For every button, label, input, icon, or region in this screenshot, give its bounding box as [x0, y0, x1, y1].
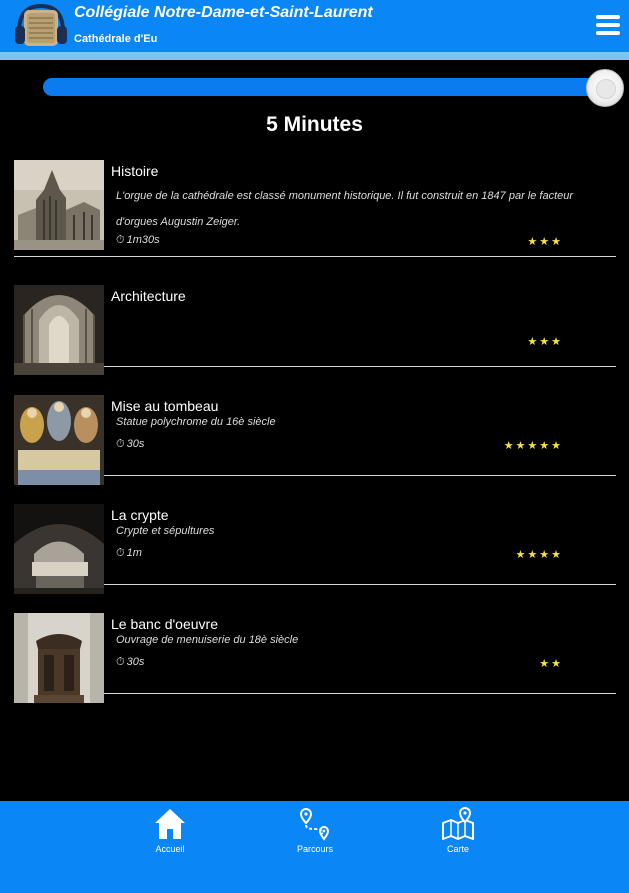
timer-icon: ⏱ — [116, 234, 125, 246]
item-title: Histoire — [111, 163, 159, 179]
thumbnail-la-crypte — [14, 504, 104, 594]
nav-route[interactable]: Parcours — [275, 807, 355, 854]
star-rating: ★★★★★ — [503, 440, 563, 452]
list-item-histoire[interactable]: Histoire L'orgue de la cathédrale est cl… — [14, 160, 616, 257]
list-item-mise-au-tombeau[interactable]: Mise au tombeau Statue polychrome du 16è… — [14, 381, 616, 485]
star-rating: ★★★ — [527, 236, 563, 248]
nav-route-label: Parcours — [296, 844, 333, 854]
list-item-architecture[interactable]: Architecture ★★★ — [14, 271, 616, 375]
thumbnail-histoire — [14, 160, 104, 250]
app-header: Collégiale Notre-Dame-et-Saint-Laurent C… — [0, 0, 629, 52]
star-rating: ★★★ — [527, 336, 563, 348]
item-duration: ⏱ 1m — [116, 547, 142, 559]
headphones-logo-icon — [15, 3, 67, 46]
nav-map-label: Carte — [446, 844, 469, 854]
map-icon — [442, 807, 474, 840]
item-description: Crypte et sépultures — [116, 525, 215, 537]
timer-icon: ⏱ — [116, 547, 125, 559]
header-divider — [0, 52, 629, 60]
item-duration: ⏱ 30s — [116, 438, 145, 450]
app-subtitle: Cathédrale d'Eu — [74, 33, 158, 45]
item-title: Architecture — [111, 288, 186, 304]
hamburger-menu-icon[interactable] — [592, 15, 624, 39]
timer-icon: ⏱ — [116, 656, 125, 668]
timer-icon: ⏱ — [116, 438, 125, 450]
home-icon — [155, 809, 185, 839]
duration-slider-thumb[interactable] — [586, 69, 624, 107]
duration-slider-track[interactable] — [43, 78, 603, 96]
item-duration: ⏱ 1m30s — [116, 234, 160, 246]
item-title: La crypte — [111, 507, 169, 523]
bottom-navigation: Accueil Parcours Carte — [0, 801, 629, 893]
list-item-le-banc-doeuvre[interactable]: Le banc d'oeuvre Ouvrage de menuiserie d… — [14, 599, 616, 703]
star-rating: ★★★★ — [515, 549, 563, 561]
item-description: Ouvrage de menuiserie du 18è siècle — [116, 634, 299, 646]
thumbnail-le-banc-doeuvre — [14, 613, 104, 703]
route-icon — [299, 807, 330, 841]
app-title: Collégiale Notre-Dame-et-Saint-Laurent — [74, 4, 373, 21]
item-description: L'orgue de la cathédrale est classé monu… — [116, 190, 574, 228]
thumbnail-architecture — [14, 285, 104, 375]
item-title: Mise au tombeau — [111, 398, 219, 414]
nav-home-label: Accueil — [155, 844, 185, 854]
points-list: Histoire L'orgue de la cathédrale est cl… — [14, 160, 616, 703]
item-title: Le banc d'oeuvre — [111, 616, 218, 632]
nav-home[interactable]: Accueil — [130, 807, 210, 854]
star-rating: ★★ — [539, 658, 563, 670]
item-duration: ⏱ 30s — [116, 656, 145, 668]
item-description: Statue polychrome du 16è siècle — [116, 416, 276, 428]
duration-title: 5 Minutes — [266, 113, 363, 136]
list-item-la-crypte[interactable]: La crypte Crypte et sépultures ⏱ 1m ★★★★ — [14, 490, 616, 594]
thumbnail-mise-au-tombeau — [14, 395, 104, 485]
nav-map[interactable]: Carte — [418, 807, 498, 854]
